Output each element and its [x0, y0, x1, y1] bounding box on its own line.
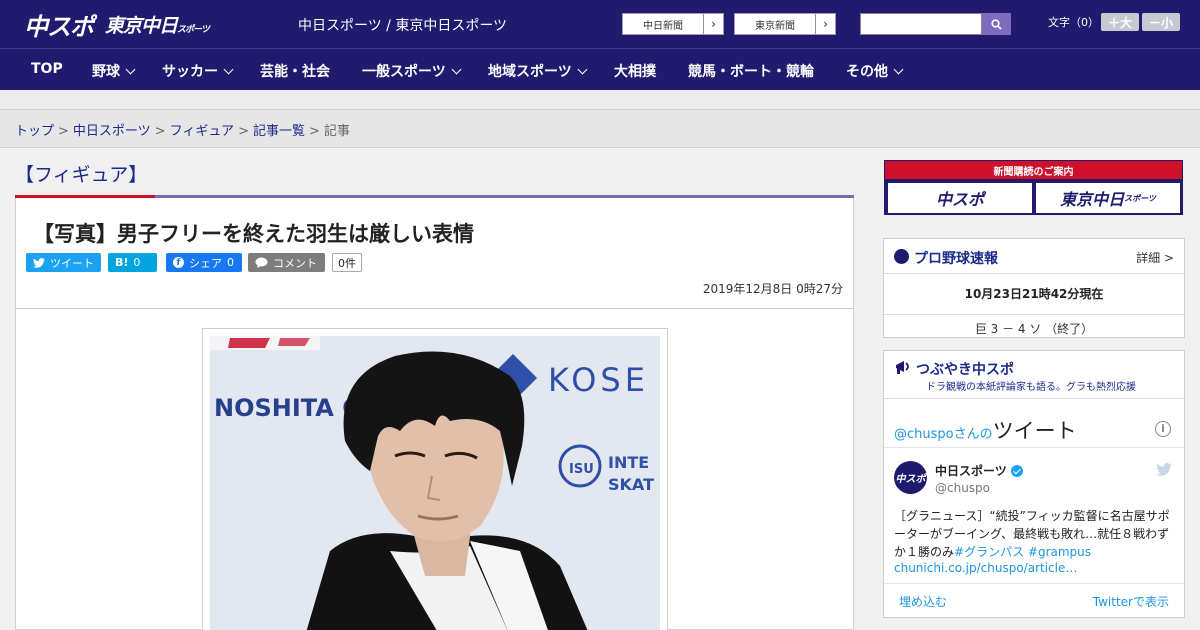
subscription-header: 新聞購読のご案内	[885, 161, 1182, 179]
game-score[interactable]: 巨 3 － 4 ソ （終了）	[884, 314, 1184, 336]
subscribe-chuspo-button[interactable]: 中スポ	[888, 183, 1032, 213]
header-bar: 中スポ 東京中日スポーツ 中日スポーツ / 東京中日スポーツ 中日新聞 › 東京…	[0, 0, 1200, 48]
chunichi-shimbun-label: 中日新聞	[643, 20, 683, 32]
tweets-box-subtitle: ドラ観戦の本紙評論家も語る。グラも熱烈応援	[926, 382, 1136, 393]
article-card: 【写真】男子フリーを終えた羽生は厳しい表情 ツイート B! 0 f シェア 0 …	[15, 198, 854, 630]
chevron-down-icon	[451, 64, 462, 75]
publish-date: 2019年12月8日 0時27分	[702, 282, 843, 296]
tweets-box-title: つぶやき中スポ	[916, 362, 1014, 378]
logo-tokyo-chunichi: 東京中日スポーツ	[105, 14, 210, 37]
photo-skater-image: NOSHITA GRO KOSE ISU INTE SKAT	[210, 336, 660, 630]
view-on-twitter-link[interactable]: Twitterで表示	[1093, 593, 1169, 610]
search-input[interactable]	[860, 13, 982, 35]
facebook-share-button[interactable]: f シェア 0	[166, 253, 242, 272]
nav-general-sports[interactable]: 一般スポーツ	[362, 61, 462, 81]
baseball-scores-box: プロ野球速報 詳細 > 10月23日21時42分現在 巨 3 － 4 ソ （終了…	[883, 238, 1185, 338]
divider	[884, 583, 1184, 584]
tweet-url-link[interactable]: chunichi.co.jp/chuspo/article…	[894, 561, 1077, 575]
breadcrumb-chunichi-sports[interactable]: 中日スポーツ	[73, 124, 151, 139]
hatena-bookmark-button[interactable]: B! 0	[108, 253, 157, 272]
category-title: 【フィギュア】	[15, 164, 148, 186]
divider	[884, 447, 1184, 448]
font-size-increase-button[interactable]: ＋大	[1101, 13, 1139, 31]
tokyo-shimbun-label: 東京新聞	[755, 20, 795, 32]
main-nav: TOP 野球 サッカー 芸能・社会 一般スポーツ 地域スポーツ 大相撲 競馬・ボ…	[0, 48, 1200, 90]
subscribe-tokyo-chunichi-button[interactable]: 東京中日 スポーツ	[1036, 183, 1180, 213]
tweet-text: ［グラニュース］“続投”フィッカ監督に名古屋サポーターがブーイング、最終戦も敗れ…	[894, 509, 1170, 559]
chevron-down-icon	[893, 64, 904, 75]
avatar[interactable]: 中スポ	[894, 461, 927, 494]
embed-link[interactable]: 埋め込む	[899, 593, 947, 610]
twitter-bird-icon	[33, 257, 45, 268]
nav-other[interactable]: その他	[846, 61, 904, 81]
baseball-box-header: プロ野球速報 詳細 >	[884, 239, 1184, 274]
subscription-banner[interactable]: 新聞購読のご案内 中スポ 東京中日 スポーツ	[884, 160, 1183, 215]
article-title: 【写真】男子フリーを終えた羽生は厳しい表情	[33, 222, 474, 246]
divider	[16, 308, 853, 309]
font-size-label: 文字（0）	[1048, 16, 1099, 29]
site-name[interactable]: 中日スポーツ / 東京中日スポーツ	[298, 15, 507, 35]
tweet-author-handle[interactable]: @chuspo	[935, 481, 990, 495]
tweet-author-name[interactable]: 中日スポーツ	[935, 462, 1023, 479]
tweet-button[interactable]: ツイート	[26, 253, 101, 272]
tweets-box: つぶやき中スポ ドラ観戦の本紙評論家も語る。グラも熱烈応援 @chuspoさんの…	[883, 350, 1185, 618]
chevron-down-icon	[223, 64, 234, 75]
font-size-decrease-button[interactable]: －小	[1142, 13, 1180, 31]
hashtag-link[interactable]: #grampus	[1028, 545, 1091, 559]
svg-text:KOSE: KOSE	[548, 361, 649, 399]
tweets-box-header: つぶやき中スポ ドラ観戦の本紙評論家も語る。グラも熱烈応援	[884, 351, 1184, 399]
chevron-down-icon	[577, 64, 588, 75]
facebook-icon: f	[173, 257, 184, 268]
nav-top[interactable]: TOP	[31, 61, 63, 77]
chevron-down-icon	[125, 64, 136, 75]
megaphone-icon	[896, 361, 909, 374]
nav-local-sports[interactable]: 地域スポーツ	[488, 61, 588, 81]
nav-racing[interactable]: 競馬・ボート・競輪	[688, 61, 814, 81]
nav-sumo[interactable]: 大相撲	[614, 61, 656, 81]
comment-count: 0件	[332, 253, 362, 272]
nav-baseball[interactable]: 野球	[92, 61, 136, 81]
twitter-timeline: @chuspoさんのツイート i 中スポ 中日スポーツ @chuspo ［グラニ…	[884, 401, 1184, 630]
info-icon[interactable]: i	[1155, 421, 1171, 437]
breadcrumb-current: 記事	[323, 124, 350, 139]
timeline-header[interactable]: @chuspoさんのツイート	[894, 415, 1077, 445]
svg-text:INTE: INTE	[608, 453, 649, 472]
verified-badge-icon	[1010, 465, 1023, 477]
hatena-icon: B!	[115, 256, 129, 269]
breadcrumb-figure[interactable]: フィギュア	[170, 124, 234, 139]
nav-entertainment[interactable]: 芸能・社会	[260, 61, 330, 81]
baseball-icon	[894, 249, 909, 264]
twitter-bird-icon[interactable]	[1156, 463, 1172, 480]
chevron-right-icon: ›	[815, 14, 835, 34]
breadcrumb: トップ > 中日スポーツ > フィギュア > 記事一覧 > 記事	[0, 110, 1200, 148]
article-photo-frame: NOSHITA GRO KOSE ISU INTE SKAT	[202, 328, 668, 630]
spacer-strip	[0, 90, 1200, 110]
chunichi-shimbun-link[interactable]: 中日新聞 ›	[622, 13, 724, 35]
site-logo[interactable]: 中スポ 東京中日スポーツ	[24, 8, 210, 41]
hashtag-link[interactable]: #グランパス	[954, 545, 1024, 559]
breadcrumb-top[interactable]: トップ	[15, 124, 54, 139]
nav-soccer[interactable]: サッカー	[162, 61, 234, 81]
svg-text:ISU: ISU	[569, 462, 594, 477]
tokyo-shimbun-link[interactable]: 東京新聞 ›	[734, 13, 836, 35]
chevron-right-icon: ›	[703, 14, 723, 34]
baseball-details-link[interactable]: 詳細 >	[1136, 249, 1174, 266]
speech-bubble-icon	[255, 257, 268, 268]
search-icon	[991, 18, 1002, 30]
svg-text:SKAT: SKAT	[608, 475, 654, 494]
scores-timestamp: 10月23日21時42分現在	[964, 287, 1104, 301]
logo-chuspo: 中スポ	[24, 12, 94, 41]
baseball-box-title: プロ野球速報	[914, 251, 998, 267]
comment-button[interactable]: コメント	[248, 253, 325, 272]
article-photo[interactable]: NOSHITA GRO KOSE ISU INTE SKAT	[210, 336, 660, 630]
search-button[interactable]	[982, 13, 1011, 35]
breadcrumb-article-list[interactable]: 記事一覧	[253, 124, 305, 139]
